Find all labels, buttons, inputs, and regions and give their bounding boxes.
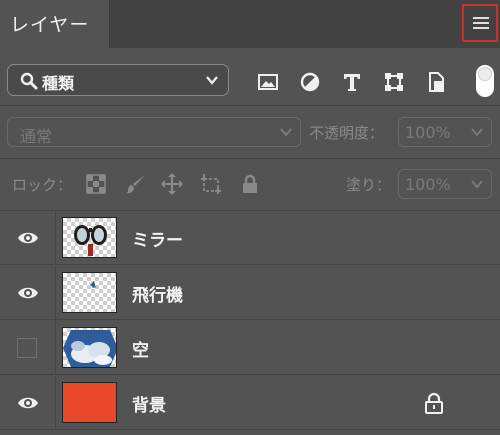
toggle-knob <box>478 67 492 81</box>
fill-field[interactable]: 100% <box>398 169 492 199</box>
filter-toggle[interactable] <box>476 65 494 97</box>
layer-name[interactable]: 空 <box>132 336 149 361</box>
panel-tab-bar: レイヤー <box>0 0 500 48</box>
visibility-toggle[interactable] <box>0 376 56 430</box>
shape-filter-icon[interactable] <box>382 70 406 94</box>
image-filter-icon[interactable] <box>256 70 280 94</box>
hamburger-icon-line <box>473 27 489 29</box>
smart-object-filter-icon[interactable] <box>424 70 448 94</box>
eye-icon <box>18 287 38 299</box>
lock-pixels-brush-icon[interactable] <box>124 172 148 196</box>
blend-mode-select[interactable]: 通常 <box>7 117 301 147</box>
layer-name[interactable]: 飛行機 <box>132 281 183 306</box>
layers-list: ミラー 飛行機 空 背景 <box>0 211 500 435</box>
sky-thumbnail-art <box>63 330 116 367</box>
filter-kind-select[interactable]: 種類 <box>7 64 229 96</box>
hamburger-icon-line <box>473 22 489 24</box>
search-icon <box>20 72 38 90</box>
lock-artboard-icon[interactable] <box>199 172 223 196</box>
tab-layers[interactable]: レイヤー <box>0 0 110 48</box>
chevron-down-icon <box>280 128 292 137</box>
fill-value: 100% <box>405 175 451 194</box>
blend-row: 通常 不透明度： 100% <box>0 107 500 159</box>
airplane-thumbnail-art <box>89 281 97 288</box>
chevron-down-icon <box>471 128 483 137</box>
layer-thumbnail-mirror <box>62 217 117 258</box>
layer-filter-row: 種類 <box>0 48 500 106</box>
mirror-thumbnail-art <box>74 225 107 256</box>
panel-menu-button[interactable] <box>462 4 498 42</box>
layer-row[interactable]: 背景 <box>0 376 500 430</box>
opacity-value: 100% <box>405 123 451 142</box>
layer-name[interactable]: ミラー <box>132 226 183 251</box>
lock-position-move-icon[interactable] <box>160 172 184 196</box>
lock-row: ロック： 塗り： 100% <box>0 159 500 211</box>
visibility-toggle[interactable] <box>0 211 56 265</box>
opacity-label: 不透明度： <box>309 124 385 142</box>
chevron-down-icon <box>206 76 218 85</box>
chevron-down-icon <box>471 180 483 189</box>
lock-all-icon[interactable] <box>238 172 262 196</box>
layer-thumbnail-sky <box>62 327 117 368</box>
eye-icon <box>18 397 38 409</box>
type-filter-icon[interactable] <box>340 70 364 94</box>
blend-mode-value: 通常 <box>20 127 53 146</box>
visibility-checkbox <box>17 338 37 358</box>
layer-thumbnail-airplane <box>62 272 117 313</box>
lock-transparency-icon[interactable] <box>84 172 108 196</box>
layer-row[interactable]: 空 <box>0 321 500 375</box>
hamburger-icon <box>473 17 489 19</box>
filter-kind-label: 種類 <box>42 74 75 93</box>
visibility-toggle[interactable] <box>0 321 56 375</box>
eye-icon <box>18 232 38 244</box>
layer-row[interactable]: 飛行機 <box>0 266 500 320</box>
layer-name[interactable]: 背景 <box>132 391 166 416</box>
lock-icon[interactable] <box>424 392 444 414</box>
fill-label: 塗り： <box>346 176 392 194</box>
lock-label: ロック： <box>12 176 73 194</box>
tab-layers-label: レイヤー <box>10 14 90 36</box>
visibility-toggle[interactable] <box>0 266 56 320</box>
layer-thumbnail-background <box>62 382 117 423</box>
adjustment-filter-icon[interactable] <box>298 70 322 94</box>
layer-row[interactable]: ミラー <box>0 211 500 265</box>
opacity-field[interactable]: 100% <box>398 117 492 147</box>
